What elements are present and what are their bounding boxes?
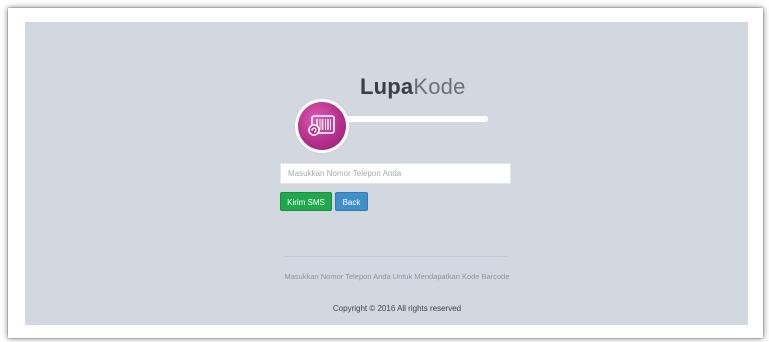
info-text: Masukkan Nomor Telepon Anda Untuk Mendap… <box>284 272 510 281</box>
phone-number-input[interactable] <box>280 163 511 184</box>
send-sms-button[interactable]: Kirim SMS <box>280 192 332 211</box>
page-title: LupaKode <box>360 74 466 100</box>
title-light: Kode <box>413 74 466 99</box>
back-button[interactable]: Back <box>335 192 368 211</box>
barcode-reset-icon <box>308 115 335 136</box>
copyright-text: Copyright © 2016 All rights reserved <box>332 304 462 313</box>
progress-track <box>336 116 488 122</box>
footer-divider <box>284 256 508 257</box>
logo-badge <box>298 102 346 150</box>
title-bold: Lupa <box>360 74 414 99</box>
